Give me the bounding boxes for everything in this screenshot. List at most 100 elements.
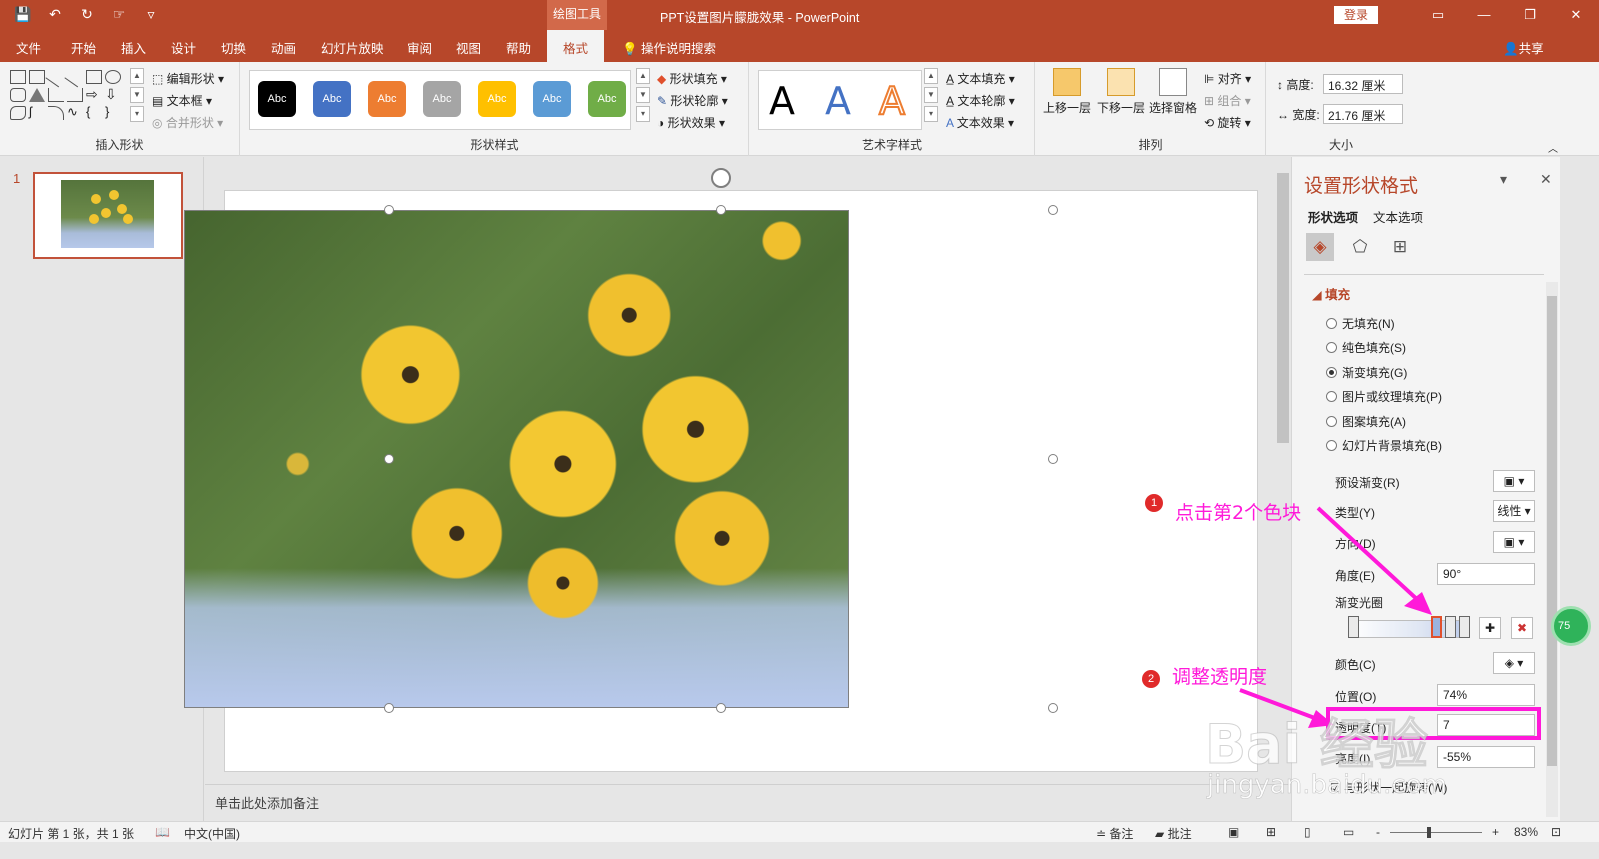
resize-handle-right[interactable] (1048, 454, 1058, 464)
radio-solid-fill[interactable]: 纯色填充(S) (1326, 339, 1406, 356)
wordart-up-icon[interactable]: ▲ (924, 68, 938, 84)
notes-pane[interactable]: 单击此处添加备注 (205, 784, 1291, 821)
zoom-level[interactable]: 83% (1514, 825, 1538, 839)
tab-shape-options[interactable]: 形状选项 (1308, 207, 1358, 226)
text-fill-button[interactable]: A̲ 文本填充 ▾ (946, 70, 1015, 87)
resize-handle-bottom-left[interactable] (384, 703, 394, 713)
tab-slideshow[interactable]: 幻灯片放映 (321, 38, 384, 57)
color-dropdown[interactable]: ◈ ▾ (1493, 652, 1535, 674)
width-input[interactable]: 21.76 厘米 (1323, 104, 1403, 124)
wordart-black-sample[interactable]: A (769, 79, 795, 123)
position-spinner[interactable]: 74% (1437, 684, 1535, 706)
direction-dropdown[interactable]: ▣ ▾ (1493, 531, 1535, 553)
tell-me-search[interactable]: 💡 操作说明搜索 (622, 38, 716, 57)
shape-fill-button[interactable]: ◆ 形状填充 ▾ (657, 70, 727, 87)
rotation-handle-icon[interactable] (711, 168, 731, 188)
wordart-down-icon[interactable]: ▼ (924, 87, 938, 103)
shape-outline-button[interactable]: ✎ 形状轮廓 ▾ (657, 92, 728, 109)
tab-review[interactable]: 审阅 (407, 38, 432, 57)
style-swatch-green[interactable]: Abc (588, 81, 626, 117)
gradient-stop-3[interactable] (1445, 616, 1456, 638)
shape-elbow-connector-icon[interactable] (48, 88, 64, 102)
editor-scroll-thumb[interactable] (1277, 173, 1289, 443)
wordart-more-icon[interactable]: ▾ (924, 106, 938, 122)
close-icon[interactable]: ✕ (1553, 0, 1599, 30)
shape-arc-icon[interactable] (48, 106, 64, 120)
tab-help[interactable]: 帮助 (506, 38, 531, 57)
editor-vertical-scrollbar[interactable] (1275, 157, 1291, 784)
zoom-in-button[interactable]: + (1492, 825, 1499, 839)
style-gallery-scroll[interactable]: ▲ ▼ ▾ (636, 68, 650, 122)
align-button[interactable]: ⊫ 对齐 ▾ (1204, 70, 1251, 87)
shape-curve-icon[interactable]: ∿ (67, 105, 83, 120)
radio-gradient-fill[interactable]: 渐变填充(G) (1326, 364, 1407, 381)
shape-arrow-line-icon[interactable] (64, 66, 86, 88)
radio-slide-background-fill[interactable]: 幻灯片背景填充(B) (1326, 437, 1442, 454)
zoom-out-button[interactable]: - (1376, 825, 1380, 839)
radio-circle-selected[interactable] (1326, 367, 1337, 378)
rotate-button[interactable]: ⟲ 旋转 ▾ (1204, 114, 1251, 131)
customize-icon[interactable]: ▿ (142, 6, 160, 23)
share-button[interactable]: 👤共享 (1503, 38, 1544, 57)
radio-circle[interactable] (1326, 416, 1337, 427)
tab-text-options[interactable]: 文本选项 (1373, 207, 1423, 226)
tab-animations[interactable]: 动画 (271, 38, 296, 57)
radio-no-fill[interactable]: 无填充(N) (1326, 315, 1395, 332)
shape-textbox-icon[interactable] (10, 70, 26, 84)
gallery-up-icon[interactable]: ▲ (130, 68, 144, 84)
resize-handle-top[interactable] (716, 205, 726, 215)
fill-section-header[interactable]: ◢ 填充 (1312, 284, 1350, 303)
remove-gradient-stop-icon[interactable]: ✖ (1511, 617, 1533, 639)
shape-vertical-textbox-icon[interactable] (29, 70, 45, 84)
shape-triangle-icon[interactable] (29, 88, 45, 102)
pane-close-icon[interactable]: ✕ (1540, 171, 1552, 188)
type-dropdown[interactable]: 线性 ▾ (1493, 500, 1535, 522)
resize-handle-bottom-right[interactable] (1048, 703, 1058, 713)
radio-picture-fill[interactable]: 图片或纹理填充(P) (1326, 388, 1442, 405)
tab-format[interactable]: 格式 (547, 30, 605, 62)
gradient-stop-4[interactable] (1459, 616, 1470, 638)
gradient-stop-2-selected[interactable] (1431, 616, 1442, 638)
shape-right-brace-icon[interactable]: } (105, 105, 121, 120)
send-backward-button[interactable]: 下移一层 (1094, 68, 1148, 116)
style-gallery-up-icon[interactable]: ▲ (636, 68, 650, 84)
text-outline-button[interactable]: A̲ 文本轮廓 ▾ (946, 92, 1015, 109)
tab-insert[interactable]: 插入 (121, 38, 146, 57)
pane-scroll-thumb[interactable] (1547, 296, 1557, 766)
shape-scribble-icon[interactable]: ʃ (29, 105, 45, 120)
pane-options-icon[interactable]: ▾ (1500, 171, 1507, 188)
style-swatch-black[interactable]: Abc (258, 81, 296, 117)
login-button[interactable]: 登录 (1334, 6, 1378, 24)
slideshow-icon[interactable]: ▭ (1343, 825, 1354, 839)
effects-pentagon-icon[interactable]: ⬠ (1346, 233, 1374, 261)
resize-handle-top-right[interactable] (1048, 205, 1058, 215)
shape-gallery[interactable]: ⇨ ⇩ ʃ ∿ { } (10, 66, 124, 120)
touch-mode-icon[interactable]: ☞ (110, 6, 128, 23)
angle-spinner[interactable]: 90° (1437, 563, 1535, 585)
shape-rectangle-icon[interactable] (86, 70, 102, 84)
minimize-icon[interactable]: — (1461, 0, 1507, 30)
gradient-stop-1[interactable] (1348, 616, 1359, 638)
accessibility-icon[interactable]: 📖 (155, 825, 170, 839)
style-gallery-more-icon[interactable]: ▾ (636, 106, 650, 122)
shape-left-brace-icon[interactable]: { (86, 105, 102, 120)
selection-pane-button[interactable]: 选择窗格 (1146, 68, 1200, 116)
text-box-button[interactable]: ▤ 文本框 ▾ (152, 92, 212, 109)
slide-thumbnail[interactable] (33, 172, 183, 259)
slide-sorter-icon[interactable]: ⊞ (1266, 825, 1276, 839)
gallery-more-icon[interactable]: ▾ (130, 106, 144, 122)
text-effects-button[interactable]: A 文本效果 ▾ (946, 114, 1014, 131)
style-swatch-blue[interactable]: Abc (313, 81, 351, 117)
undo-icon[interactable]: ↶ (46, 6, 64, 23)
pane-scrollbar[interactable] (1546, 282, 1558, 817)
radio-circle[interactable] (1326, 391, 1337, 402)
tab-transitions[interactable]: 切换 (221, 38, 246, 57)
zoom-slider-track[interactable] (1390, 832, 1482, 833)
style-swatch-gold[interactable]: Abc (478, 81, 516, 117)
notes-toggle[interactable]: ≐ 备注 (1096, 825, 1133, 842)
shape-freeform-icon[interactable] (10, 106, 26, 120)
save-icon[interactable]: 💾 (14, 6, 32, 23)
resize-handle-bottom[interactable] (716, 703, 726, 713)
shape-rounded-rect-icon[interactable] (10, 88, 26, 102)
collapse-ribbon-icon[interactable]: ︿ (1548, 140, 1558, 155)
